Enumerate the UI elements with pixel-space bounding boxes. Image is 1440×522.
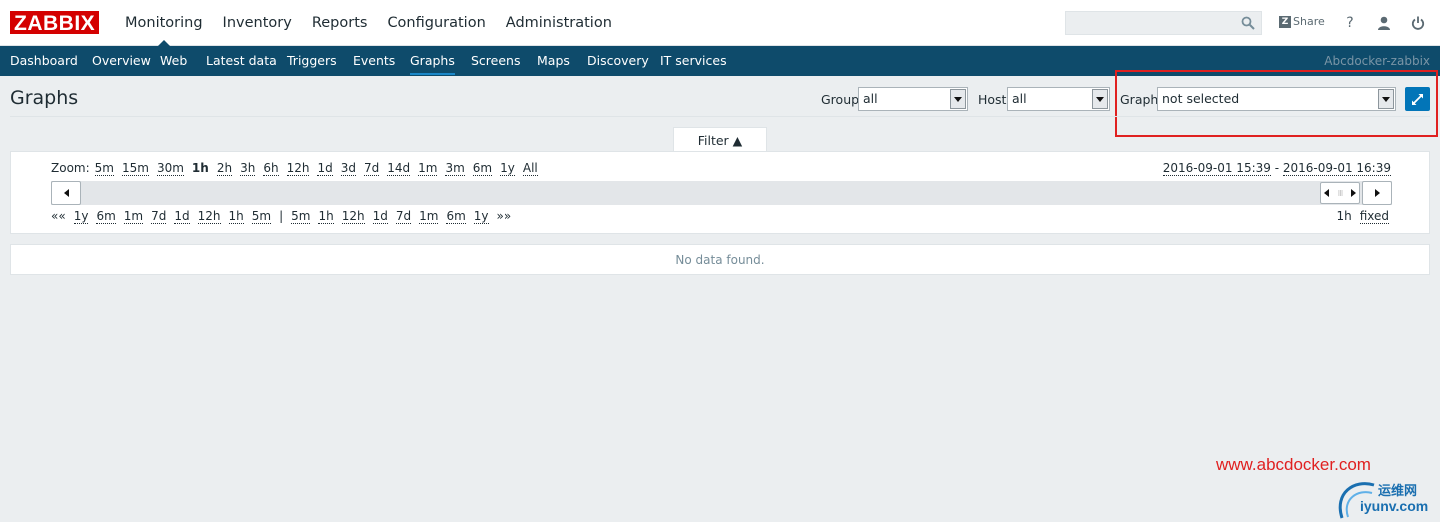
zoom-option[interactable]: 6h	[263, 161, 279, 176]
zoom-option[interactable]: 3d	[340, 161, 356, 176]
arrow-right-icon	[1374, 189, 1380, 197]
nav-forward-option[interactable]: 6m	[446, 209, 466, 224]
sub-nav-screens[interactable]: Screens	[471, 46, 521, 76]
sub-nav-dashboard[interactable]: Dashboard	[10, 46, 78, 76]
grip-icon: ⁝⁝⁝	[1337, 188, 1344, 198]
main-nav-monitoring[interactable]: Monitoring	[115, 0, 213, 47]
nav-back-option[interactable]: 12h	[197, 209, 221, 224]
main-nav-reports[interactable]: Reports	[302, 0, 378, 46]
nav-back-option[interactable]: 1h	[228, 209, 244, 224]
arrow-left-icon	[63, 189, 69, 197]
share-button[interactable]: Z Share	[1279, 15, 1325, 28]
host-select[interactable]: all	[1007, 87, 1110, 111]
zoom-option[interactable]: 14d	[387, 161, 411, 176]
watermark-logo-en: iyunv.com	[1360, 498, 1429, 514]
header-divider	[10, 116, 1430, 117]
sub-nav-maps[interactable]: Maps	[537, 46, 570, 76]
page-title: Graphs	[10, 87, 79, 109]
zoom-row: Zoom: 5m 15m 30m 1h 2h 3h 6h 12h 1d 3d 7d 14d 1m 3m 6m…	[51, 161, 546, 176]
sub-nav-latest-data[interactable]: Latest data	[206, 46, 277, 76]
nav-forward-option[interactable]: 1h	[318, 209, 334, 224]
nav-back-option[interactable]: 1d	[174, 209, 190, 224]
watermark-site: www.abcdocker.com	[1216, 455, 1371, 474]
timeline-slider-handle[interactable]: ⁝⁝⁝	[1320, 182, 1360, 204]
filter-panel: Zoom: 5m 15m 30m 1h 2h 3h 6h 12h 1d 3d 7d 14d 1m 3m 6m…	[10, 151, 1430, 234]
zoom-option[interactable]: 7d	[363, 161, 380, 176]
zabbix-logo[interactable]: ZABBIX	[8, 10, 101, 35]
nav-back-label: ««	[51, 209, 66, 223]
nav-forward-option[interactable]: 5m	[291, 209, 311, 224]
period-navigation: «« 1y 6m 1m 7d 1d 12h 1h 5m | 5m 1h 12h 1d 7d 1m 6m 1y »»	[51, 209, 519, 224]
filter-tab[interactable]: Filter ▲	[673, 127, 767, 152]
nav-forward-option[interactable]: 7d	[395, 209, 412, 224]
arrow-left-icon	[1324, 189, 1329, 197]
zoom-option[interactable]: 5m	[94, 161, 114, 176]
main-nav-administration[interactable]: Administration	[496, 0, 622, 46]
annotation-highlight-box	[1115, 70, 1438, 137]
period-range: 2016-09-01 15:39 - 2016-09-01 16:39	[1162, 161, 1391, 176]
zoom-option[interactable]: 15m	[121, 161, 149, 176]
sub-nav-it-services[interactable]: IT services	[660, 46, 727, 76]
nav-back-option[interactable]: 5m	[251, 209, 272, 224]
zoom-option[interactable]: 30m	[156, 161, 184, 176]
period-mode-toggle[interactable]: fixed	[1359, 209, 1389, 224]
main-nav-configuration[interactable]: Configuration	[377, 0, 495, 46]
scroll-left-button[interactable]	[51, 181, 81, 205]
group-select[interactable]: all	[858, 87, 968, 111]
nav-forward-option[interactable]: 1m	[419, 209, 439, 224]
zoom-option[interactable]: 1m	[418, 161, 438, 176]
group-label: Group	[821, 92, 860, 107]
chevron-down-icon	[1092, 89, 1108, 109]
main-nav-inventory[interactable]: Inventory	[213, 0, 302, 46]
top-header: ZABBIX Monitoring Inventory Reports Conf…	[0, 0, 1440, 47]
sub-nav-web[interactable]: Web	[160, 46, 187, 76]
host-label: Host	[978, 92, 1007, 107]
nav-back-option[interactable]: 6m	[96, 209, 116, 224]
sub-nav-overview[interactable]: Overview	[92, 46, 151, 76]
search-input[interactable]	[1065, 11, 1262, 35]
nav-forward-option[interactable]: 1y	[473, 209, 489, 224]
sub-nav-discovery[interactable]: Discovery	[587, 46, 649, 76]
sub-nav-graphs[interactable]: Graphs	[410, 46, 455, 76]
arrow-right-icon	[1350, 189, 1356, 197]
help-button[interactable]: ?	[1342, 14, 1358, 32]
chevron-down-icon	[950, 89, 966, 109]
main-nav: Monitoring Inventory Reports Configurati…	[115, 0, 622, 47]
sub-nav-triggers[interactable]: Triggers	[287, 46, 337, 76]
zoom-option[interactable]: 1d	[317, 161, 333, 176]
scroll-right-button[interactable]	[1362, 181, 1392, 205]
zoom-label: Zoom:	[51, 161, 90, 175]
zoom-option[interactable]: 3h	[240, 161, 256, 176]
sub-nav-events[interactable]: Events	[353, 46, 395, 76]
nav-forward-label: »»	[496, 209, 512, 223]
zoom-option[interactable]: All	[522, 161, 538, 176]
zoom-option[interactable]: 2h	[216, 161, 233, 176]
period-length: 1h fixed	[1336, 209, 1389, 224]
zoom-option[interactable]: 6m	[472, 161, 493, 176]
period-from[interactable]: 2016-09-01 15:39	[1162, 161, 1271, 176]
timeline-scrollbar[interactable]: ⁝⁝⁝	[51, 181, 1392, 205]
nav-back-option[interactable]: 1m	[123, 209, 144, 224]
nav-back-option[interactable]: 1y	[73, 209, 89, 224]
nav-forward-option[interactable]: 12h	[341, 209, 365, 224]
period-length-value: 1h	[1336, 209, 1352, 223]
search-icon[interactable]	[1241, 16, 1255, 30]
user-profile-icon[interactable]	[1376, 14, 1392, 32]
zoom-option[interactable]: 1h	[192, 161, 209, 176]
nav-divider: |	[279, 209, 284, 223]
zabbix-share-icon: Z	[1279, 15, 1291, 28]
nav-forward-option[interactable]: 1d	[372, 209, 388, 224]
watermark-logo-cn: 运维网	[1378, 484, 1418, 499]
zoom-option[interactable]: 12h	[286, 161, 310, 176]
no-data-message: No data found.	[10, 244, 1430, 275]
zoom-option[interactable]: 1y	[500, 161, 515, 176]
zoom-option[interactable]: 3m	[445, 161, 465, 176]
period-to[interactable]: 2016-09-01 16:39	[1282, 161, 1391, 176]
nav-back-option[interactable]: 7d	[151, 209, 167, 224]
sign-out-power-icon[interactable]	[1410, 14, 1426, 32]
